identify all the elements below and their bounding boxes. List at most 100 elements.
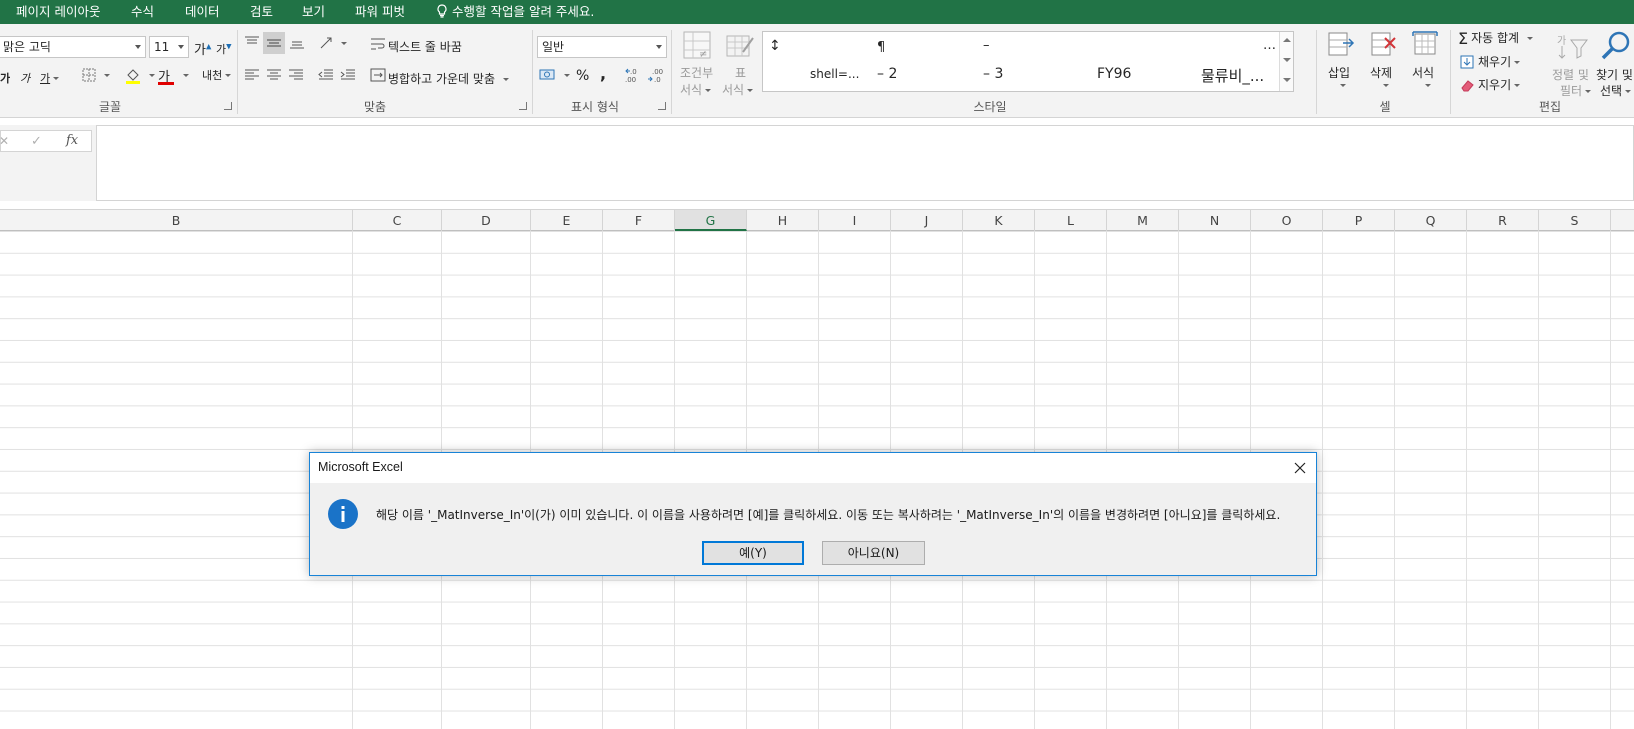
insert-button[interactable]: 삽입 — [1328, 64, 1350, 81]
tab-review[interactable]: 검토 — [250, 0, 273, 24]
style-cell[interactable]: 물류비_... — [1201, 65, 1264, 86]
tab-view[interactable]: 보기 — [302, 0, 325, 24]
eraser-icon — [1461, 80, 1474, 92]
align-middle-button[interactable] — [263, 32, 285, 54]
chevron-down-icon — [1340, 84, 1346, 87]
align-right-icon[interactable] — [288, 69, 304, 81]
underline-button[interactable]: 가 — [40, 70, 60, 86]
column-header-i[interactable]: I — [819, 210, 891, 231]
font-color-swatch — [158, 82, 174, 85]
column-header-d[interactable]: D — [442, 210, 531, 231]
gallery-more-icon[interactable] — [1283, 78, 1291, 82]
fill-down-icon — [1460, 55, 1474, 69]
cancel-icon[interactable]: ✕ — [0, 134, 9, 148]
column-header-l[interactable]: L — [1035, 210, 1107, 231]
formula-input[interactable] — [96, 125, 1634, 201]
style-cell[interactable]: – 3 — [983, 66, 1003, 82]
style-cell[interactable]: … — [1263, 38, 1276, 53]
phonetic-button[interactable]: 내천 — [202, 67, 232, 83]
bold-button[interactable]: 가 — [0, 70, 10, 86]
style-cell[interactable]: FY96 — [1097, 66, 1131, 82]
style-cell[interactable]: ¶ — [877, 40, 885, 55]
align-left-icon[interactable] — [244, 69, 260, 81]
tab-page-layout[interactable]: 페이지 레이아웃 — [16, 0, 100, 24]
comma-button[interactable]: , — [600, 64, 606, 83]
format-button[interactable]: 서식 — [1412, 64, 1434, 81]
tell-me-box[interactable]: 수행할 작업을 알려 주세요. — [436, 0, 594, 24]
wrap-text-button[interactable]: 텍스트 줄 바꿈 — [388, 38, 462, 55]
chevron-up-icon[interactable] — [1283, 38, 1291, 42]
chevron-down-icon — [341, 42, 347, 45]
sort-filter-label2[interactable]: 필터 — [1560, 82, 1592, 99]
column-header-f[interactable]: F — [603, 210, 675, 231]
close-icon[interactable] — [1290, 458, 1310, 478]
column-header-h[interactable]: H — [747, 210, 819, 231]
conditional-formatting-label1[interactable]: 조건부 — [680, 64, 713, 81]
italic-button[interactable]: 가 — [20, 70, 30, 86]
number-dialog-launcher[interactable] — [658, 102, 666, 110]
clear-button[interactable]: 지우기 — [1460, 76, 1521, 93]
style-cell[interactable]: ↕ — [769, 38, 781, 54]
sort-filter-label1[interactable]: 정렬 및 — [1552, 66, 1589, 83]
increase-decimal-icon[interactable]: .0.00 — [624, 66, 646, 84]
column-header-b[interactable]: B — [0, 210, 353, 231]
enter-icon[interactable]: ✓ — [31, 134, 42, 149]
number-format-combo[interactable]: 일반 — [537, 36, 667, 58]
percent-button[interactable]: % — [576, 68, 589, 84]
tab-power-pivot[interactable]: 파워 피벗 — [355, 0, 405, 24]
borders-icon[interactable] — [82, 68, 96, 82]
align-top-icon[interactable] — [244, 36, 260, 50]
column-header-e[interactable]: E — [531, 210, 603, 231]
column-header-m[interactable]: M — [1107, 210, 1179, 231]
style-cell[interactable]: – — [983, 38, 990, 53]
chevron-down-icon — [225, 74, 232, 77]
style-cell[interactable]: shell=... — [810, 67, 859, 81]
fill-button[interactable]: 채우기 — [1460, 53, 1521, 70]
increase-indent-icon[interactable] — [340, 69, 356, 81]
column-header-k[interactable]: K — [963, 210, 1035, 231]
font-dialog-launcher[interactable] — [224, 102, 232, 110]
orientation-icon[interactable] — [318, 34, 338, 52]
dialog-titlebar[interactable]: Microsoft Excel — [310, 453, 1316, 483]
align-bottom-icon[interactable] — [289, 36, 305, 50]
column-header-o[interactable]: O — [1251, 210, 1323, 231]
decrease-decimal-icon[interactable]: .00.0 — [646, 66, 668, 84]
align-center-icon[interactable] — [266, 69, 282, 81]
column-header-n[interactable]: N — [1179, 210, 1251, 231]
svg-text:.00: .00 — [652, 68, 663, 76]
yes-button[interactable]: 예(Y) — [702, 541, 804, 565]
gridline — [1610, 231, 1611, 729]
delete-button[interactable]: 삭제 — [1370, 64, 1392, 81]
column-header-p[interactable]: P — [1323, 210, 1395, 231]
gallery-scrollbar[interactable] — [1279, 32, 1293, 91]
column-header-g[interactable]: G — [675, 210, 747, 231]
tab-data[interactable]: 데이터 — [185, 0, 220, 24]
find-select-label1[interactable]: 찾기 및 — [1596, 66, 1633, 83]
merge-center-button[interactable]: 병합하고 가운데 맞춤 — [388, 70, 509, 87]
column-header-r[interactable]: R — [1467, 210, 1539, 231]
format-as-table-label1[interactable]: 표 — [735, 64, 746, 81]
shrink-font-button[interactable]: 가▼ — [216, 41, 232, 57]
style-cell[interactable]: – 2 — [877, 66, 897, 82]
alignment-dialog-launcher[interactable] — [519, 102, 527, 110]
font-size-combo[interactable]: 11 — [149, 36, 189, 58]
column-header-q[interactable]: Q — [1395, 210, 1467, 231]
no-button[interactable]: 아니요(N) — [822, 541, 925, 565]
column-header-c[interactable]: C — [353, 210, 442, 231]
grow-font-button[interactable]: 가▲ — [194, 39, 211, 58]
tab-formulas[interactable]: 수식 — [131, 0, 154, 24]
font-name-combo[interactable]: 맑은 고딕 — [0, 36, 146, 58]
find-select-label2[interactable]: 선택 — [1600, 82, 1632, 99]
insert-function-icon[interactable]: fx — [66, 133, 78, 148]
column-header-s[interactable]: S — [1539, 210, 1611, 231]
accounting-format-icon[interactable] — [539, 67, 557, 83]
conditional-formatting-label2[interactable]: 서식 — [680, 81, 712, 98]
cell-styles-gallery[interactable]: ↕ ¶ – … shell=... – 2 – 3 FY96 물류비_... — [762, 31, 1294, 92]
autosum-button[interactable]: Σ 자동 합계 — [1458, 29, 1534, 48]
format-as-table-label2[interactable]: 서식 — [722, 81, 754, 98]
decrease-indent-icon[interactable] — [318, 69, 334, 81]
name-conflict-dialog: Microsoft Excel 해당 이름 '_MatInverse_In'이(… — [309, 452, 1317, 576]
column-header-j[interactable]: J — [891, 210, 963, 231]
chevron-down-icon[interactable] — [1283, 58, 1291, 62]
fill-color-icon[interactable] — [124, 66, 142, 84]
